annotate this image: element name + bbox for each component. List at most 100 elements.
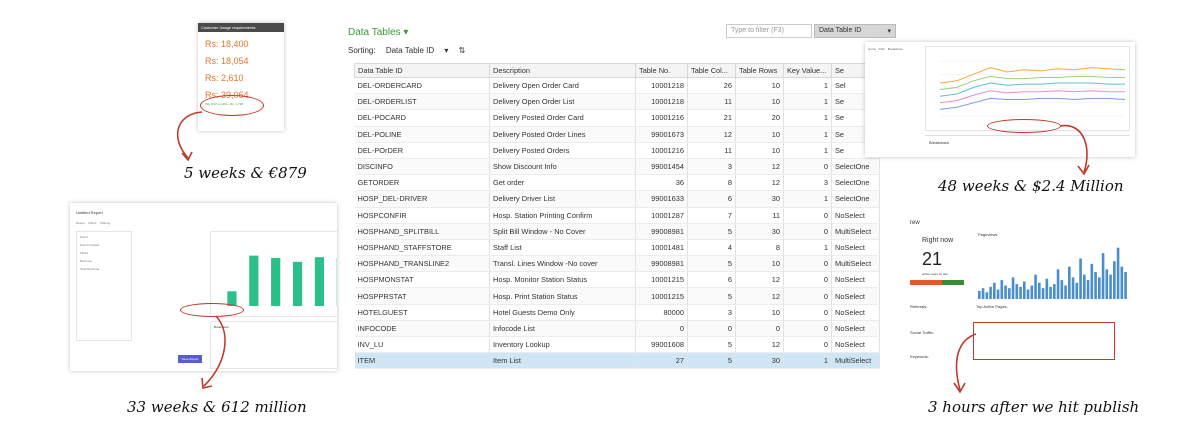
- table-row[interactable]: DISCINFO Show Discount Info 99001454 3 12 0 Se…: [354, 158, 880, 176]
- pageview-bar: [1019, 286, 1022, 299]
- realtime-heading: rew: [910, 220, 920, 226]
- table-cell: HOSP_DEL-DRIVER: [354, 190, 490, 208]
- tab-home[interactable]: Home: [868, 47, 876, 51]
- sort-order-icon[interactable]: ⇅: [459, 46, 466, 55]
- revenue-value-2: Rs: 18,054: [205, 56, 249, 66]
- referrals-label: Referrals:: [910, 304, 928, 309]
- table-cell: Delivery Posted Orders: [489, 142, 636, 159]
- table-cell: 10: [735, 142, 784, 159]
- table-row[interactable]: HOSP_DEL-DRIVER Delivery Driver List 99001…: [354, 190, 880, 208]
- table-cell: HOSPPRSTAT: [354, 287, 490, 305]
- table-cell: 5: [687, 287, 736, 305]
- side-item[interactable]: Filters: [80, 251, 128, 255]
- pageview-bar: [1000, 280, 1004, 299]
- bar: [271, 257, 281, 306]
- table-row[interactable]: HOSPCONFIR Hosp. Station Printing Confirm…: [354, 207, 880, 224]
- pageview-bar: [1068, 266, 1071, 299]
- table-cell: ITEM: [354, 352, 490, 370]
- table-cell: Delivery Posted Order Lines: [489, 126, 636, 143]
- nav-filters[interactable]: Filters: [88, 221, 96, 225]
- table-cell: NoSelect: [831, 271, 880, 289]
- side-item[interactable]: Event Created: [80, 243, 128, 247]
- table-cell: 10001218: [635, 77, 688, 95]
- table-row[interactable]: HOTELGUEST Hotel Guests Demo Only 80000 3 10…: [354, 304, 880, 321]
- table-row[interactable]: HOSPHAND_SPLITBILL Split Bill Window - No…: [354, 223, 880, 240]
- table-row[interactable]: GETORDER Get order 36 8 12 3 SelectOne: [354, 174, 880, 192]
- search-input[interactable]: Type to filter (F3): [726, 24, 812, 38]
- pageview-bar: [1060, 280, 1064, 299]
- table-cell: 10001287: [635, 207, 688, 224]
- table-cell: 8: [735, 239, 784, 257]
- table-cell: HOSPMONSTAT: [354, 271, 490, 289]
- table-row[interactable]: INFOCODE Infocode List 0 0 0 0 NoSelect: [354, 320, 880, 338]
- table-cell: 10: [735, 126, 784, 143]
- pageview-bar: [1049, 286, 1052, 299]
- column-header[interactable]: Data Table ID: [354, 63, 490, 78]
- report-title: Untitled Report: [76, 210, 103, 215]
- table-cell: 0: [783, 158, 832, 176]
- series-line: [939, 67, 1126, 84]
- table-cell: Hosp. Print Station Status: [489, 287, 636, 305]
- table-cell: 5: [687, 255, 736, 273]
- table-cell: DEL-POrDER: [354, 142, 490, 159]
- table-cell: Delivery Open Order List: [489, 93, 636, 111]
- pageview-bar: [1109, 274, 1112, 299]
- pageview-bar: [1015, 284, 1019, 299]
- pageview-bar: [1079, 258, 1082, 299]
- column-header[interactable]: Table Rows: [735, 63, 784, 78]
- table-row[interactable]: ITEM Item List 27 5 30 1 MultiSelect: [354, 352, 880, 370]
- caption-bottom-left: 33 weeks & 612 million: [127, 398, 307, 416]
- table-row[interactable]: INV_LU Inventory Lookup 99001608 5 12 0 NoSele…: [354, 336, 880, 354]
- table-row[interactable]: DEL-POLINE Delivery Posted Order Lines 990…: [354, 126, 880, 143]
- table-row[interactable]: DEL-ORDERLIST Delivery Open Order List 100…: [354, 93, 880, 111]
- side-item[interactable]: Revenue: [80, 259, 128, 263]
- table-cell: Hosp. Monitor Station Status: [489, 271, 636, 289]
- column-header[interactable]: Description: [489, 63, 636, 78]
- table-cell: 10: [735, 255, 784, 273]
- nav-report[interactable]: Report: [76, 221, 85, 225]
- table-cell: 10001216: [635, 142, 688, 159]
- bar: [249, 255, 259, 306]
- pageview-bar: [1086, 280, 1090, 299]
- nav-sharing[interactable]: Sharing: [100, 221, 110, 225]
- sort-dropdown[interactable]: Data Table ID ▾: [386, 46, 449, 55]
- filter-dropdown[interactable]: Data Table ID ▾: [814, 24, 896, 38]
- table-cell: 1: [783, 126, 832, 143]
- table-row[interactable]: DEL-POCARD Delivery Posted Order Card 1000…: [354, 109, 880, 127]
- caption-bottom-right: 3 hours after we hit publish: [928, 398, 1140, 416]
- table-cell: DEL-POLINE: [354, 126, 490, 143]
- table-cell: 4: [687, 239, 736, 257]
- column-header[interactable]: Key Value...: [783, 63, 832, 78]
- active-users-label: active users on site: [922, 272, 948, 276]
- series-line: [939, 90, 1125, 104]
- table-row[interactable]: DEL-ORDERCARD Delivery Open Order Card 100…: [354, 77, 880, 95]
- tab-filter[interactable]: Filter: [879, 47, 886, 51]
- right-now-label: Right now: [922, 237, 954, 244]
- table-row[interactable]: HOSPMONSTAT Hosp. Monitor Station Status 1…: [354, 271, 880, 289]
- data-tables-window: Data Tables ▾ Sorting: Data Table ID ▾ ⇅…: [340, 17, 902, 379]
- table-cell: Show Discount Info: [489, 158, 636, 176]
- pageview-bar: [1098, 277, 1101, 299]
- table-cell: 1: [783, 93, 832, 111]
- table-cell: 80000: [635, 304, 688, 321]
- table-row[interactable]: HOSPHAND_TRANSLINE2 Transl. Lines Window …: [354, 255, 880, 273]
- column-header[interactable]: Table No.: [635, 63, 688, 78]
- table-cell: SelectOne: [831, 174, 880, 192]
- table-row[interactable]: HOSPHAND_STAFFSTORE Staff List 10001481 4 8 1…: [354, 239, 880, 257]
- arrow-top-left: [177, 111, 203, 162]
- pageview-bar: [1053, 284, 1056, 299]
- table-cell: 12: [735, 287, 784, 305]
- pageview-bar: [1090, 263, 1094, 299]
- column-header[interactable]: Table Col...: [687, 63, 736, 78]
- side-item[interactable]: Event: [80, 235, 128, 239]
- table-cell: NoSelect: [831, 336, 880, 354]
- report-tabs: Home Filter Breakdown: [868, 47, 903, 51]
- table-cell: 11: [687, 142, 736, 159]
- table-cell: 10: [735, 93, 784, 111]
- tab-breakdown[interactable]: Breakdown: [888, 47, 903, 51]
- table-row[interactable]: HOSPPRSTAT Hosp. Print Station Status 1000…: [354, 287, 880, 305]
- table-row[interactable]: DEL-POrDER Delivery Posted Orders 10001216…: [354, 142, 880, 159]
- pageview-bar: [1023, 281, 1026, 299]
- side-item[interactable]: Total Revenue: [80, 267, 128, 271]
- table-cell: 3: [687, 158, 736, 176]
